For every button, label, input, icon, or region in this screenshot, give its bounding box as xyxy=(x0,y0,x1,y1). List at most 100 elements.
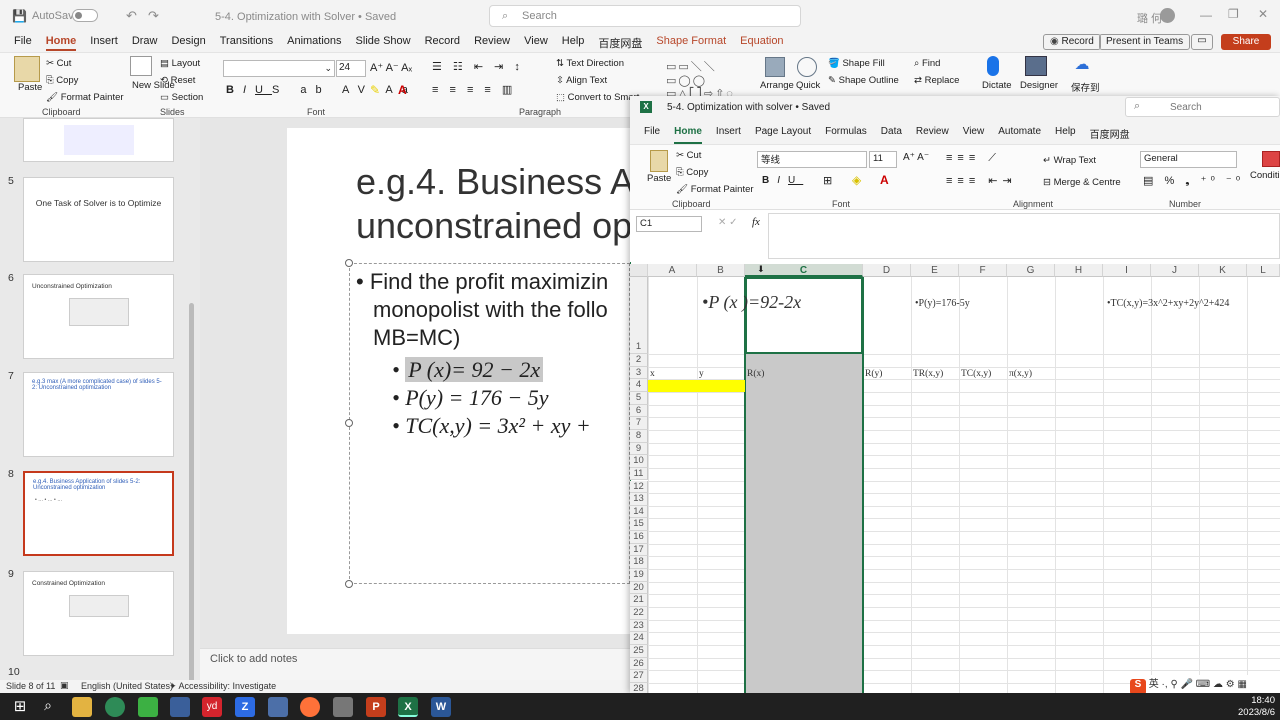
ppt-search-box[interactable]: ⌕ Search xyxy=(489,5,801,27)
column-header-e[interactable]: E xyxy=(911,264,959,277)
save-icon[interactable]: 💾 xyxy=(12,9,27,23)
column-header-a[interactable]: A xyxy=(648,264,697,277)
header-cell-profit[interactable]: π(x,y) xyxy=(1009,369,1032,379)
notes-pane[interactable]: Click to add notes xyxy=(200,648,630,680)
equation-p-y[interactable]: •P(y)=176-5y xyxy=(915,298,970,309)
xl-cut-button[interactable]: ✂ Cut xyxy=(676,150,701,161)
row-header-25[interactable]: 25 xyxy=(630,644,648,658)
header-cell-tc[interactable]: TC(x,y) xyxy=(961,369,991,379)
column-header-d[interactable]: D xyxy=(863,264,911,277)
windows-start-icon[interactable]: ⊞ xyxy=(10,697,30,717)
slide-thumbnail-4[interactable] xyxy=(23,118,174,162)
clock[interactable]: 18:40 2023/8/6 xyxy=(1225,695,1275,719)
restore-icon[interactable]: ❐ xyxy=(1228,7,1239,21)
slide-thumbnail-8-selected[interactable]: e.g.4. Business Application of slides 5-… xyxy=(23,471,174,556)
column-header-i[interactable]: I xyxy=(1103,264,1151,277)
select-all-corner[interactable] xyxy=(630,264,648,277)
xl-tab-home[interactable]: Home xyxy=(674,126,702,144)
row-header-16[interactable]: 16 xyxy=(630,531,648,544)
slide-thumbnail-9[interactable]: Constrained Optimization xyxy=(23,571,174,656)
excel-taskbar-icon[interactable]: X xyxy=(398,697,418,717)
firefox-icon[interactable] xyxy=(300,697,320,717)
vertical-align-buttons[interactable]: ≡≡≡ ⟋ xyxy=(946,152,1001,165)
comments-icon[interactable]: ▭ xyxy=(1191,34,1213,50)
powerpoint-icon[interactable]: P xyxy=(366,697,386,717)
tab-review[interactable]: Review xyxy=(474,35,510,51)
app-icon[interactable] xyxy=(268,697,288,717)
tab-animations[interactable]: Animations xyxy=(287,35,341,51)
save-to-button[interactable]: 保存到 xyxy=(1071,80,1100,94)
tab-baidu[interactable]: 百度网盘 xyxy=(598,35,642,51)
header-cell-rx[interactable]: R(x) xyxy=(747,369,764,379)
column-header-h[interactable]: H xyxy=(1055,264,1103,277)
header-cell-ry[interactable]: R(y) xyxy=(865,369,882,379)
excel-search-box[interactable]: ⌕ Search xyxy=(1125,97,1280,117)
convert-smartart-button[interactable]: ⬚ Convert to Smart xyxy=(556,92,639,103)
row-header-15[interactable]: 15 xyxy=(630,518,648,532)
number-format-box[interactable]: General xyxy=(1140,151,1237,168)
column-header-b[interactable]: B xyxy=(697,264,745,277)
quick-styles-icon[interactable] xyxy=(797,57,817,77)
conditional-formatting-button[interactable]: Conditi Formatti xyxy=(1250,170,1280,181)
paste-button[interactable]: Paste xyxy=(18,82,42,93)
designer-icon[interactable] xyxy=(1025,56,1047,76)
row-header-24[interactable]: 24 xyxy=(630,632,648,645)
redo-icon[interactable]: ↷ xyxy=(148,8,159,24)
xl-tab-baidu[interactable]: 百度网盘 xyxy=(1090,126,1130,144)
tab-record[interactable]: Record xyxy=(425,35,460,51)
conditional-formatting-icon[interactable] xyxy=(1262,151,1280,167)
column-header-g[interactable]: G xyxy=(1007,264,1055,277)
zotero-icon[interactable]: Z xyxy=(235,697,255,717)
row-header-3[interactable]: 3 xyxy=(630,366,648,380)
font-size-box[interactable]: 24 xyxy=(336,60,366,77)
arrange-button[interactable]: Arrange xyxy=(760,80,794,91)
row-header-9[interactable]: 9 xyxy=(630,442,648,456)
tab-insert[interactable]: Insert xyxy=(90,35,118,51)
calculator-icon[interactable] xyxy=(333,697,353,717)
tab-slide-show[interactable]: Slide Show xyxy=(356,35,411,51)
file-explorer-icon[interactable] xyxy=(72,697,92,717)
horizontal-align-buttons[interactable]: ≡≡≡ ⇤⇥ xyxy=(946,174,1017,187)
shape-outline-button[interactable]: ✎ Shape Outline xyxy=(828,75,899,86)
slide-thumbnail-5[interactable]: One Task of Solver is to Optimize xyxy=(23,177,174,262)
section-button[interactable]: ▭ Section xyxy=(160,92,203,103)
wechat-icon[interactable] xyxy=(138,697,158,717)
ime-toolbar[interactable]: S 英 ·, ⚲ 🎤 ⌨ ☁ ⚙ ▦ xyxy=(1130,675,1280,695)
row-header-7[interactable]: 7 xyxy=(630,417,648,430)
autosave-toggle[interactable] xyxy=(72,9,98,22)
row-header-8[interactable]: 8 xyxy=(630,429,648,443)
row-header-18[interactable]: 18 xyxy=(630,556,648,570)
layout-button[interactable]: ▤ Layout xyxy=(160,58,200,69)
xl-paste-icon[interactable] xyxy=(650,150,668,172)
row-header-6[interactable]: 6 xyxy=(630,404,648,418)
xl-tab-data[interactable]: Data xyxy=(881,126,902,144)
highlight-icon[interactable]: ✎ xyxy=(370,83,380,97)
youdao-icon[interactable]: yd xyxy=(202,697,222,717)
xl-tab-automate[interactable]: Automate xyxy=(998,126,1041,144)
row-header-21[interactable]: 21 xyxy=(630,594,648,607)
highlighted-input-cells[interactable] xyxy=(648,380,745,392)
row-header-22[interactable]: 22 xyxy=(630,607,648,620)
row-header-19[interactable]: 19 xyxy=(630,569,648,582)
present-in-teams-button[interactable]: Present in Teams xyxy=(1099,34,1191,50)
text-direction-button[interactable]: ⇅ Text Direction xyxy=(556,58,624,69)
xl-paste-button[interactable]: Paste xyxy=(647,173,671,184)
resize-handle[interactable] xyxy=(345,259,353,267)
reset-button[interactable]: ⟲ Reset xyxy=(160,75,195,86)
tab-home[interactable]: Home xyxy=(45,35,77,51)
record-button[interactable]: ◉ Record xyxy=(1043,34,1101,50)
list-buttons[interactable]: ☰ ☷ ⇤ ⇥ ↕ xyxy=(432,60,524,73)
xl-font-size-box[interactable]: 11 xyxy=(869,151,897,168)
tab-draw[interactable]: Draw xyxy=(132,35,158,51)
row-header-26[interactable]: 26 xyxy=(630,657,648,671)
wrap-text-button[interactable]: ↵ Wrap Text xyxy=(1043,155,1096,166)
share-button[interactable]: Share xyxy=(1221,34,1271,50)
copy-button[interactable]: ⎘ Copy xyxy=(46,75,78,86)
row-header-5[interactable]: 5 xyxy=(630,391,648,405)
quick-styles-button[interactable]: Quick xyxy=(796,80,820,91)
xl-tab-formulas[interactable]: Formulas xyxy=(825,126,867,144)
slide-thumbnail-6[interactable]: Unconstrained Optimization xyxy=(23,274,174,359)
xl-format-painter-button[interactable]: 🖌 Format Painter xyxy=(676,184,754,195)
taskbar-search-icon[interactable]: ⌕ xyxy=(38,697,58,717)
close-icon[interactable]: ✕ xyxy=(1258,7,1268,21)
